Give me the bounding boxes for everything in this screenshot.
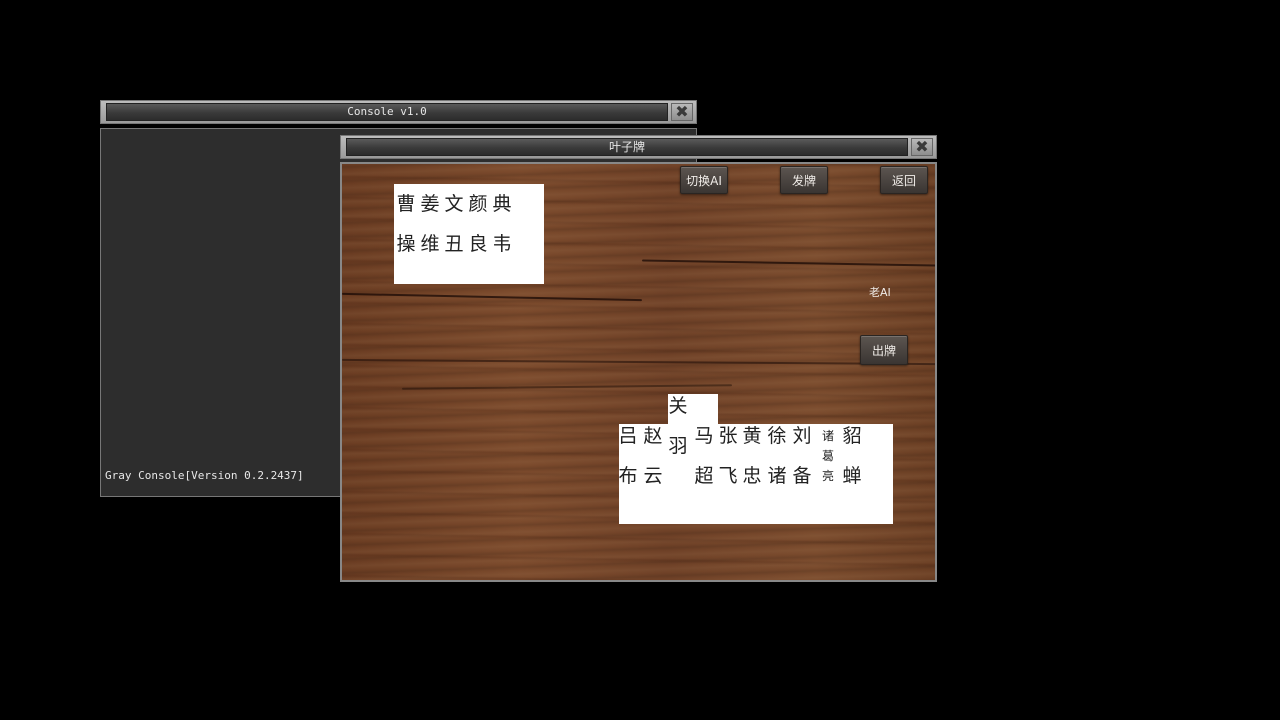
ai-label: 老AI [869,286,891,299]
wood-crack [342,358,935,366]
opponent-card[interactable]: 典 韦 [490,184,514,264]
switch-ai-button[interactable]: 切换AI [680,166,728,194]
game-board: 切换AI 发牌 返回 老AI 出牌 曹 操 姜 维 文 丑 颜 良 典 韦 吕 … [340,162,937,582]
console-titlebar[interactable]: Console v1.0 ✖ [100,100,697,124]
game-window: 叶子牌 ✖ 切换AI 发牌 返回 老AI 出牌 曹 操 姜 维 文 丑 颜 良 … [340,135,937,582]
opponent-card[interactable]: 曹 操 [394,184,418,264]
player-card[interactable]: 诸 葛 亮 [816,426,840,486]
player-card[interactable]: 徐 诸 [765,416,789,496]
opponent-card[interactable]: 姜 维 [418,184,442,264]
play-button[interactable]: 出牌 [860,335,908,365]
opponent-card[interactable]: 文 丑 [442,184,466,264]
player-card[interactable]: 貂 蝉 [840,416,864,496]
opponent-card[interactable]: 颜 良 [466,184,490,264]
game-titlebar[interactable]: 叶子牌 ✖ [340,135,937,159]
player-card[interactable]: 赵 云 [641,416,665,496]
console-close-icon[interactable]: ✖ [671,103,693,121]
console-version-text: Gray Console[Version 0.2.2437] [105,469,304,482]
game-title: 叶子牌 [608,140,645,154]
player-card-selected[interactable]: 关 羽 [666,386,690,466]
game-close-icon[interactable]: ✖ [911,138,933,156]
player-card[interactable]: 刘 备 [790,416,814,496]
player-card[interactable]: 吕 布 [616,416,640,496]
back-button[interactable]: 返回 [880,166,928,194]
console-title: Console v1.0 [347,105,427,118]
player-card[interactable]: 黄 忠 [740,416,764,496]
wood-crack [642,259,935,267]
player-card[interactable]: 张 飞 [716,416,740,496]
deal-button[interactable]: 发牌 [780,166,828,194]
opponent-hand: 曹 操 姜 维 文 丑 颜 良 典 韦 [394,184,544,284]
wood-crack [342,292,642,302]
desktop: Console v1.0 ✖ Gray Console[Version 0.2.… [0,0,1280,720]
player-card[interactable]: 马 超 [692,416,716,496]
